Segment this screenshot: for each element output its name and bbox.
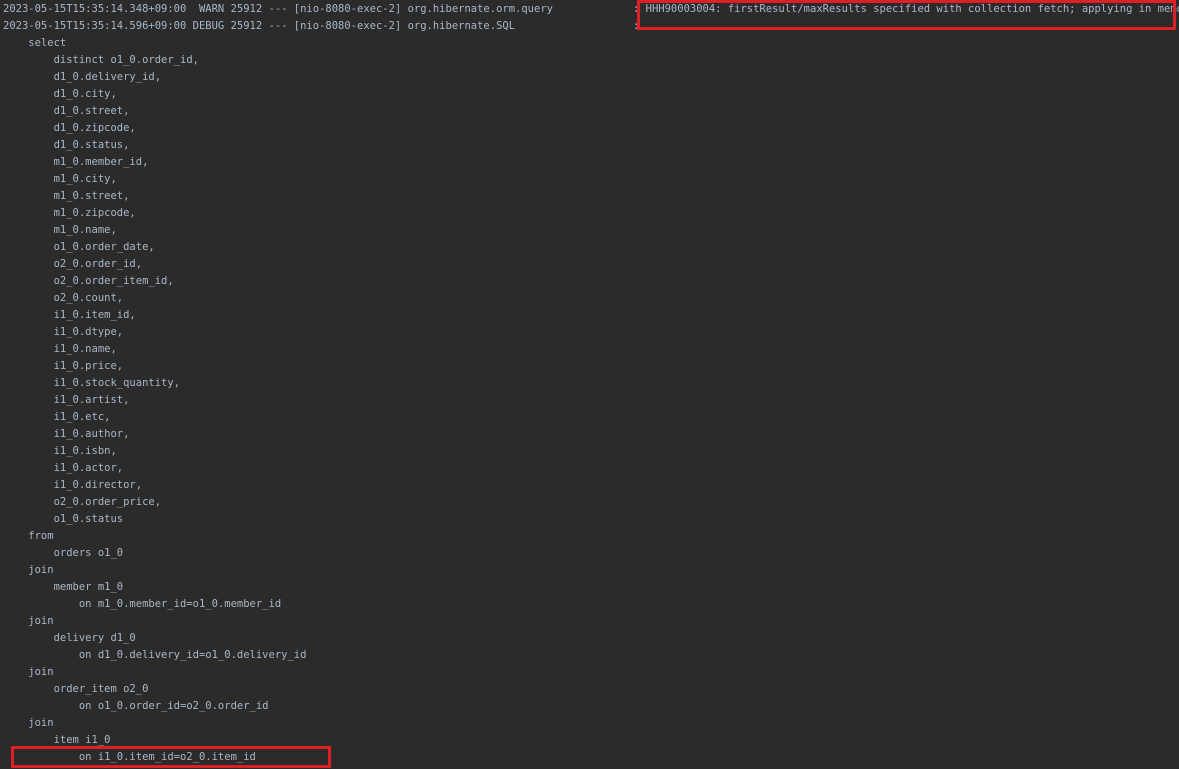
warning-highlight-box [637,0,1176,30]
sql-line: join [3,666,54,678]
sql-line: i1_0.name, [3,343,117,355]
sql-line: order_item o2_0 [3,683,149,695]
sql-line: m1_0.name, [3,224,117,236]
console-output: 2023-05-15T15:35:14.348+09:00 WARN 25912… [0,0,1179,769]
sql-line: o2_0.order_price, [3,496,162,508]
sql-line: i1_0.price, [3,360,124,372]
join-highlight-box [11,746,331,768]
sql-line: m1_0.city, [3,173,117,185]
sql-line: i1_0.dtype, [3,326,124,338]
sql-line: o2_0.order_id, [3,258,143,270]
sql-line: join [3,564,54,576]
sql-line: d1_0.city, [3,88,117,100]
sql-line: on m1_0.member_id=o1_0.member_id [3,598,282,610]
sql-line: i1_0.author, [3,428,130,440]
sql-line: d1_0.status, [3,139,130,151]
sql-line: d1_0.zipcode, [3,122,136,134]
sql-line: m1_0.street, [3,190,130,202]
log-line-debug: 2023-05-15T15:35:14.596+09:00 DEBUG 2591… [3,20,516,32]
sql-line: o2_0.count, [3,292,124,304]
sql-line: select [3,37,67,49]
sql-line: i1_0.actor, [3,462,124,474]
sql-line: m1_0.member_id, [3,156,149,168]
sql-line: orders o1_0 [3,547,124,559]
sql-line: i1_0.etc, [3,411,111,423]
sql-line: i1_0.director, [3,479,143,491]
sql-line: on d1_0.delivery_id=o1_0.delivery_id [3,649,307,661]
sql-line: join [3,717,54,729]
sql-line: o2_0.order_item_id, [3,275,174,287]
sql-line: d1_0.street, [3,105,130,117]
sql-line: delivery d1_0 [3,632,136,644]
sql-line: on o1_0.order_id=o2_0.order_id [3,700,269,712]
sql-line: d1_0.delivery_id, [3,71,162,83]
sql-line: join [3,615,54,627]
sql-line: i1_0.stock_quantity, [3,377,181,389]
sql-line: i1_0.artist, [3,394,130,406]
sql-line: member m1_0 [3,581,124,593]
sql-line: distinct o1_0.order_id, [3,54,199,66]
sql-line: o1_0.order_date, [3,241,155,253]
sql-line: from [3,530,54,542]
log-line-warn: 2023-05-15T15:35:14.348+09:00 WARN 25912… [3,3,553,15]
sql-line: i1_0.isbn, [3,445,117,457]
sql-line: i1_0.item_id, [3,309,136,321]
sql-line: m1_0.zipcode, [3,207,136,219]
sql-line: o1_0.status [3,513,124,525]
